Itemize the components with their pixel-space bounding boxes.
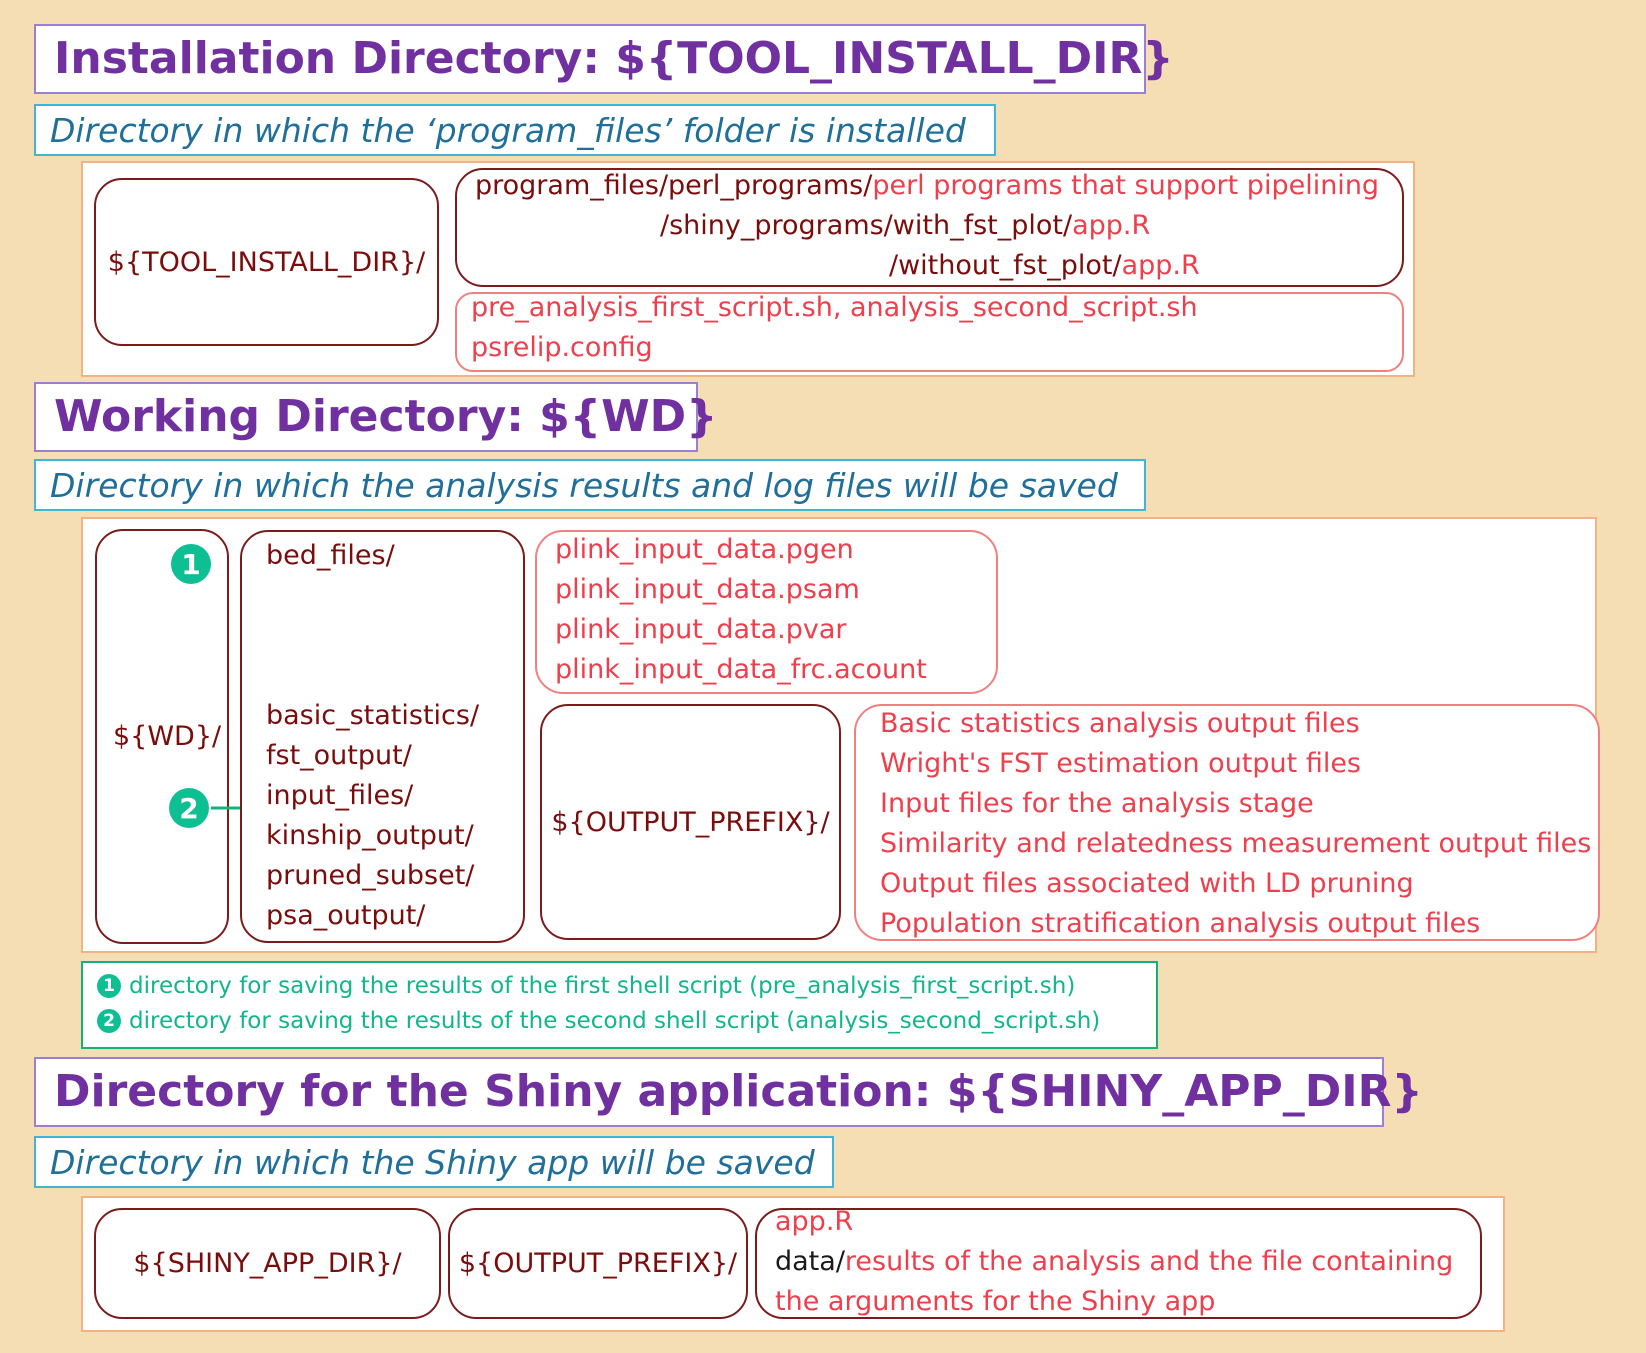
subdir-item: basic_statistics/	[266, 700, 480, 731]
scripts-line-1: pre_analysis_first_script.sh, analysis_s…	[471, 292, 1198, 323]
shiny-title: Directory for the Shiny application: ${S…	[34, 1057, 1423, 1127]
install-subtitle: Directory in which the ‘program_files’ f…	[34, 104, 996, 156]
legend-line-1: 1 directory for saving the results of th…	[97, 973, 1075, 999]
install-root-box: ${TOOL_INSTALL_DIR}/	[94, 178, 439, 346]
program-files-box: program_files/perl_programs/perl program…	[455, 168, 1404, 287]
bed-file-item: plink_input_data_frc.acount	[555, 654, 927, 685]
legend-line-2: 2 directory for saving the results of th…	[97, 1008, 1100, 1034]
install-title-text: Installation Directory: ${TOOL_INSTALL_D…	[54, 33, 1174, 84]
output-desc-item: Output files associated with LD pruning	[880, 868, 1414, 899]
shiny-prefix-box: ${OUTPUT_PREFIX}/	[448, 1208, 748, 1319]
legend-marker-1-icon: 1	[97, 974, 121, 998]
bed-file-item: plink_input_data.psam	[555, 574, 860, 605]
marker-2-icon: 2	[169, 788, 209, 828]
working-subtitle-text: Directory in which the analysis results …	[50, 465, 1118, 505]
marker-1-icon: 1	[171, 544, 211, 584]
program-line-1: program_files/perl_programs/perl program…	[475, 170, 1380, 201]
shiny-root-box: ${SHINY_APP_DIR}/	[94, 1208, 441, 1319]
scripts-line-2: psrelip.config	[471, 332, 653, 363]
bed-file-item: plink_input_data.pgen	[555, 534, 854, 565]
subdir-item: pruned_subset/	[266, 860, 475, 891]
wd-root-label: ${WD}/	[113, 721, 222, 752]
install-root-label: ${TOOL_INSTALL_DIR}/	[107, 246, 426, 278]
subdir-item: psa_output/	[266, 900, 426, 931]
working-subtitle: Directory in which the analysis results …	[34, 459, 1146, 511]
program-line-3: /without_fst_plot/app.R	[889, 250, 1200, 281]
shiny-root-label: ${SHINY_APP_DIR}/	[133, 1248, 402, 1279]
shiny-data-line-2: the arguments for the Shiny app	[775, 1286, 1216, 1317]
shiny-app-file: app.R	[775, 1206, 854, 1237]
shiny-subtitle-text: Directory in which the Shiny app will be…	[50, 1142, 815, 1182]
output-desc-box: Basic statistics analysis output files W…	[854, 704, 1600, 941]
program-line-2: /shiny_programs/with_fst_plot/app.R	[660, 210, 1151, 241]
output-desc-item: Wright's FST estimation output files	[880, 748, 1362, 779]
working-title: Working Directory: ${WD}	[34, 382, 717, 452]
scripts-box: pre_analysis_first_script.sh, analysis_s…	[455, 292, 1404, 372]
subdir-item: input_files/	[266, 780, 414, 811]
output-prefix-box: ${OUTPUT_PREFIX}/	[540, 704, 841, 940]
bed-file-item: plink_input_data.pvar	[555, 614, 847, 645]
output-desc-item: Population stratification analysis outpu…	[880, 908, 1481, 939]
bed-files-dir: bed_files/	[266, 540, 395, 571]
subdir-item: kinship_output/	[266, 820, 474, 851]
marker-legend: 1 directory for saving the results of th…	[81, 961, 1158, 1049]
legend-marker-2-icon: 2	[97, 1009, 121, 1033]
shiny-data-line: data/results of the analysis and the fil…	[775, 1246, 1454, 1277]
output-desc-item: Input files for the analysis stage	[880, 788, 1314, 819]
shiny-prefix-label: ${OUTPUT_PREFIX}/	[458, 1248, 738, 1279]
subdir-item: fst_output/	[266, 740, 412, 771]
working-title-text: Working Directory: ${WD}	[54, 391, 718, 442]
shiny-title-text: Directory for the Shiny application: ${S…	[54, 1066, 1423, 1117]
output-prefix-label: ${OUTPUT_PREFIX}/	[551, 806, 830, 838]
output-desc-item: Basic statistics analysis output files	[880, 708, 1360, 739]
wd-subdirs-box: bed_files/ basic_statistics/ fst_output/…	[240, 530, 525, 943]
install-title: Installation Directory: ${TOOL_INSTALL_D…	[34, 24, 1174, 94]
install-subtitle-text: Directory in which the ‘program_files’ f…	[50, 110, 966, 150]
bed-files-box: plink_input_data.pgen plink_input_data.p…	[535, 530, 998, 694]
shiny-files-box: app.R data/results of the analysis and t…	[755, 1206, 1482, 1319]
shiny-subtitle: Directory in which the Shiny app will be…	[34, 1136, 834, 1188]
output-desc-item: Similarity and relatedness measurement o…	[880, 828, 1592, 859]
